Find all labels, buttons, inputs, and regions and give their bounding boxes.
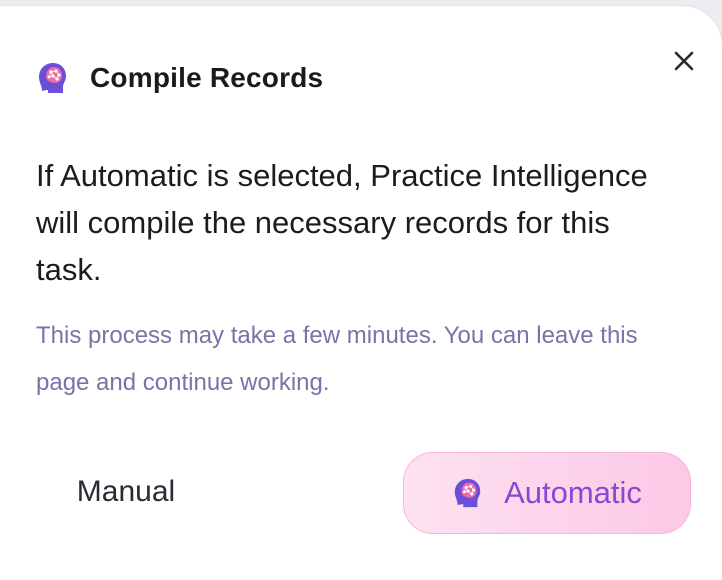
manual-button-label: Manual	[76, 475, 176, 508]
dialog-header: Compile Records	[36, 58, 323, 98]
close-icon	[672, 49, 696, 78]
dialog-description: If Automatic is selected, Practice Intel…	[36, 158, 648, 287]
brain-head-icon	[452, 477, 484, 509]
automatic-button-label: Automatic	[504, 475, 642, 510]
close-button[interactable]	[665, 44, 703, 82]
brain-head-icon	[36, 61, 70, 95]
automatic-button[interactable]: Automatic	[403, 452, 691, 534]
dialog-note: This process may take a few minutes. You…	[36, 322, 638, 396]
compile-records-dialog: Compile Records If Automatic is selected…	[0, 6, 722, 580]
dialog-title: Compile Records	[90, 62, 324, 93]
manual-button[interactable]: Manual	[46, 454, 206, 530]
